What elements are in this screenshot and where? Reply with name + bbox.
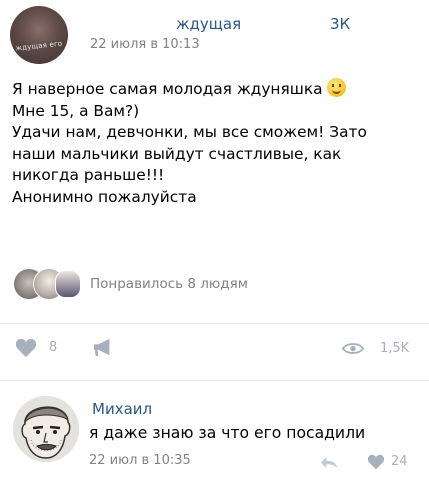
liker-avatar[interactable] bbox=[55, 270, 81, 298]
megaphone-icon bbox=[93, 338, 110, 357]
likers-avatars[interactable] bbox=[13, 268, 83, 300]
cartoon-face-icon bbox=[13, 396, 79, 462]
smile-emoji-icon bbox=[326, 78, 346, 97]
post-line: наши мальчики выйдут счастливые, как bbox=[12, 144, 342, 163]
comment-text: я даже знаю за что его посадили bbox=[89, 424, 366, 442]
divider bbox=[0, 380, 429, 381]
author-avatar[interactable]: ждущая его bbox=[10, 6, 68, 64]
post-date[interactable]: 22 июля в 10:13 bbox=[90, 37, 200, 52]
divider bbox=[0, 323, 429, 324]
comment-date[interactable]: 22 июл в 10:35 bbox=[89, 453, 191, 468]
heart-icon bbox=[367, 454, 385, 470]
author-count: 3К bbox=[330, 15, 351, 33]
avatar-caption: ждущая его bbox=[15, 39, 63, 53]
post-line: Удачи нам, девчонки, мы все сможем! Зато bbox=[12, 123, 367, 141]
views-counter: 1,5K bbox=[342, 339, 422, 359]
post-text: Я наверное самая молодая ждуняшка Мне 15… bbox=[12, 78, 412, 208]
liked-by-text[interactable]: Понравилось 8 людям bbox=[90, 276, 248, 292]
eye-icon bbox=[342, 343, 364, 354]
post-line: Анонимно пожалуйста bbox=[12, 187, 197, 206]
reply-arrow-icon bbox=[320, 457, 338, 468]
share-button[interactable] bbox=[92, 338, 116, 360]
reply-button[interactable] bbox=[320, 454, 340, 470]
post-line: никогда раньше!!! bbox=[12, 166, 165, 184]
heart-icon bbox=[15, 338, 37, 358]
like-count: 8 bbox=[49, 340, 58, 355]
post-line: Мне 15, а Вам?) bbox=[12, 101, 140, 120]
comment-like-count: 24 bbox=[391, 454, 408, 469]
like-button[interactable]: 8 bbox=[15, 337, 75, 359]
post-line: Я наверное самая молодая ждуняшка bbox=[12, 78, 412, 101]
post-author-name[interactable]: ждущая bbox=[176, 15, 241, 33]
commenter-avatar[interactable] bbox=[13, 396, 79, 462]
comment-like-button[interactable]: 24 bbox=[367, 453, 423, 471]
comment-author-name[interactable]: Михаил bbox=[92, 400, 152, 418]
views-count: 1,5K bbox=[380, 341, 410, 356]
